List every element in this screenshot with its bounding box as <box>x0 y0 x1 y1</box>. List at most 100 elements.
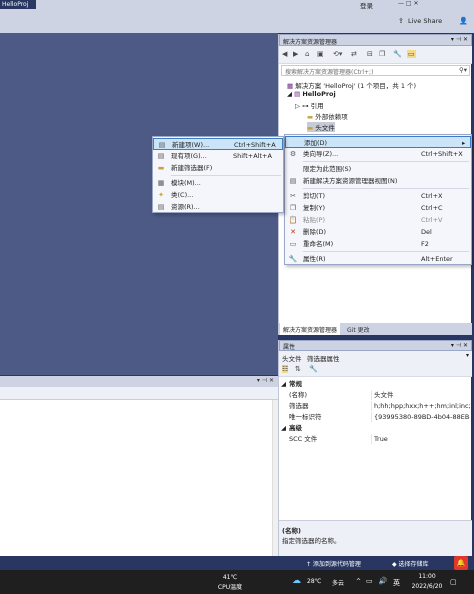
expand-arrow-icon[interactable]: ◢ <box>287 90 292 98</box>
output-panel-toolbar <box>0 387 278 400</box>
property-row[interactable]: SCC 文件 True <box>279 434 472 444</box>
tree-item-label: 外部依赖项 <box>315 113 348 121</box>
property-row[interactable]: (名称) 头文件 <box>279 390 472 400</box>
categorized-icon[interactable]: ☷ <box>282 365 289 373</box>
panel-pin-close-icons[interactable]: ▾ ⊣ ✕ <box>451 342 468 349</box>
solution-explorer-titlebar: 解决方案资源管理器 ▾ ⊣ ✕ <box>279 34 472 46</box>
solution-explorer-search[interactable]: 搜索解决方案资源管理器(Ctrl+;) ⚲▾ <box>281 65 470 76</box>
menu-item-cut[interactable]: ✂ 剪切(T) Ctrl+X <box>285 190 471 202</box>
tree-item-solution[interactable]: ▦ 解决方案 'HelloProj' (1 个项目，共 1 个) <box>287 80 416 90</box>
live-share-icon[interactable]: ⇪ <box>398 17 404 25</box>
home-icon[interactable]: ⌂ <box>305 50 309 58</box>
property-value[interactable]: h;hh;hpp;hxx;h++;hm;inl;inc;ipp <box>374 401 470 411</box>
cloudy-icon[interactable]: ☁ <box>292 576 301 586</box>
menu-item-properties[interactable]: 🔧 属性(R) Alt+Enter <box>285 253 471 265</box>
tab-git-changes[interactable]: Git 更改 <box>347 325 370 334</box>
class-wizard-icon: ⚙ <box>289 150 297 158</box>
menu-item-new-item[interactable]: ▤ 新建项(W)... Ctrl+Shift+A <box>153 138 283 150</box>
search-icon[interactable]: ⚲▾ <box>459 66 467 74</box>
property-value[interactable]: {93995380-89BD-4b04-88EB-6 <box>374 412 470 422</box>
property-row[interactable]: 唯一标识符 {93995380-89BD-4b04-88EB-6 <box>279 412 472 422</box>
copy-icon: ❐ <box>289 204 297 212</box>
solution-explorer-title: 解决方案资源管理器 <box>283 39 338 46</box>
login-link[interactable]: 登录 <box>360 0 373 10</box>
menu-item-new-filter[interactable]: ▬ 新建筛选器(F) <box>153 162 283 174</box>
weather-description[interactable]: 多云 <box>332 578 344 587</box>
menu-separator <box>303 188 469 189</box>
menu-item-shortcut: Alt+Enter <box>421 255 453 263</box>
property-category-general[interactable]: ◢ 常规 <box>279 379 472 389</box>
select-repository-button[interactable]: ◆ 选择存储库 <box>392 559 429 568</box>
sync-icon[interactable]: ⇄ <box>351 50 357 58</box>
menu-item-shortcut: Shift+Alt+A <box>233 152 272 160</box>
add-to-source-control-button[interactable]: ↑ 添加到源代码管理 <box>306 559 361 568</box>
collapse-arrow-icon[interactable]: ▷ <box>295 102 300 110</box>
input-language[interactable]: 英 <box>393 578 400 588</box>
collapse-arrow-icon[interactable]: ◢ <box>281 423 286 433</box>
menu-item-shortcut: Ctrl+V <box>421 216 443 224</box>
menu-item-rename[interactable]: ▭ 重命名(M) F2 <box>285 238 471 250</box>
account-icon[interactable]: 👤 <box>459 17 468 25</box>
search-placeholder: 搜索解决方案资源管理器(Ctrl+;) <box>285 69 374 76</box>
tree-item-references[interactable]: ▷ ⊶ 引用 <box>295 100 324 110</box>
property-value[interactable]: True <box>374 434 470 444</box>
tab-solution-explorer[interactable]: 解决方案资源管理器 <box>280 323 341 335</box>
properties-toolbar: ☷ ⇅ 🔧 <box>279 363 472 377</box>
history-icon[interactable]: ⟲▾ <box>333 50 342 58</box>
notifications-icon[interactable]: 🔔 <box>454 556 468 570</box>
alphabetical-icon[interactable]: ⇅ <box>295 365 301 373</box>
cut-icon: ✂ <box>290 192 296 200</box>
forward-icon[interactable]: ▶ <box>293 50 298 58</box>
menu-item-class-wizard[interactable]: ⚙ 类向导(Z)... Ctrl+Shift+X <box>285 148 471 160</box>
solution-icon: ▦ <box>287 82 294 90</box>
menu-item-shortcut: Del <box>421 228 432 236</box>
tray-icons[interactable]: ▭ 🔊 <box>366 577 390 585</box>
menu-item-scope-to-this[interactable]: 限定为此范围(S) <box>285 163 471 175</box>
window-controls[interactable]: — □ ✕ <box>398 0 419 7</box>
menu-item-existing-item[interactable]: ▤ 现有项(G)... Shift+Alt+A <box>153 150 283 162</box>
folder-icon: ▬ <box>307 124 314 132</box>
properties-object-selector[interactable]: 头文件 筛选器属性 ▾ <box>279 351 472 363</box>
property-pages-icon[interactable]: 🔧 <box>309 365 318 373</box>
properties-wrench-icon[interactable]: 🔧 <box>393 50 402 58</box>
chevron-down-icon[interactable]: ▾ <box>466 352 469 359</box>
property-category-advanced[interactable]: ◢ 高级 <box>279 423 472 433</box>
menu-item-copy[interactable]: ❐ 复制(Y) Ctrl+C <box>285 202 471 214</box>
panel-pin-close-icons[interactable]: ▾ ⊣ ✕ <box>257 377 274 384</box>
menu-item-module[interactable]: ▦ 模块(M)... <box>153 177 283 189</box>
collapse-arrow-icon[interactable]: ◢ <box>281 379 286 389</box>
tree-item-header-files[interactable]: ▬ 头文件 <box>307 122 335 132</box>
panel-pin-close-icons[interactable]: ▾ ⊣ ✕ <box>451 36 468 43</box>
collapse-all-icon[interactable]: ⊟ <box>367 50 373 58</box>
live-share-button[interactable]: Live Share <box>408 17 442 25</box>
weather-temperature[interactable]: 28℃ <box>307 578 321 585</box>
solution-view-icon[interactable]: ▣ <box>317 50 324 58</box>
menu-item-label: 复制(Y) <box>303 204 326 212</box>
menu-item-label: 新建解决方案资源管理器视图(N) <box>303 177 398 185</box>
property-description: (名称) 指定筛选器的名称。 <box>279 520 472 556</box>
tree-item-external-deps[interactable]: ▬ 外部依赖项 <box>307 111 348 121</box>
show-all-files-icon[interactable]: ❐ <box>379 50 385 58</box>
menu-item-label: 资源(R)... <box>171 203 200 211</box>
back-icon[interactable]: ◀ <box>282 50 287 58</box>
property-value[interactable]: 头文件 <box>374 390 470 400</box>
window-title-tab[interactable]: HelloProj <box>0 0 36 9</box>
menu-item-delete[interactable]: ✕ 删除(D) Del <box>285 226 471 238</box>
menu-item-paste[interactable]: 📋 粘贴(P) Ctrl+V <box>285 214 471 226</box>
menu-item-new-explorer-view[interactable]: ▤ 新建解决方案资源管理器视图(N) <box>285 175 471 187</box>
notification-center-icon[interactable]: ▢ <box>450 578 457 586</box>
menu-item-add[interactable]: 添加(D) ▸ <box>285 136 471 148</box>
chevron-up-icon[interactable]: ^ <box>356 578 361 585</box>
menu-item-label: 类(C)... <box>171 191 194 199</box>
clock-date[interactable]: 2022/6/20 <box>406 583 448 590</box>
properties-titlebar: 属性 ▾ ⊣ ✕ <box>279 340 472 351</box>
clock-time[interactable]: 11:00 <box>412 573 442 580</box>
menu-item-label: 粘贴(P) <box>303 216 325 224</box>
menu-item-resource[interactable]: ▤ 资源(R)... <box>153 201 283 213</box>
property-name: SCC 文件 <box>289 435 318 443</box>
tree-item-project[interactable]: ◢ ▤ HelloProj <box>287 90 336 98</box>
category-label: 高级 <box>289 424 302 432</box>
preview-icon[interactable]: ▭ <box>407 50 416 58</box>
property-row[interactable]: 筛选器 h;hh;hpp;hxx;h++;hm;inl;inc;ipp <box>279 401 472 411</box>
menu-item-class[interactable]: ✦ 类(C)... <box>153 189 283 201</box>
